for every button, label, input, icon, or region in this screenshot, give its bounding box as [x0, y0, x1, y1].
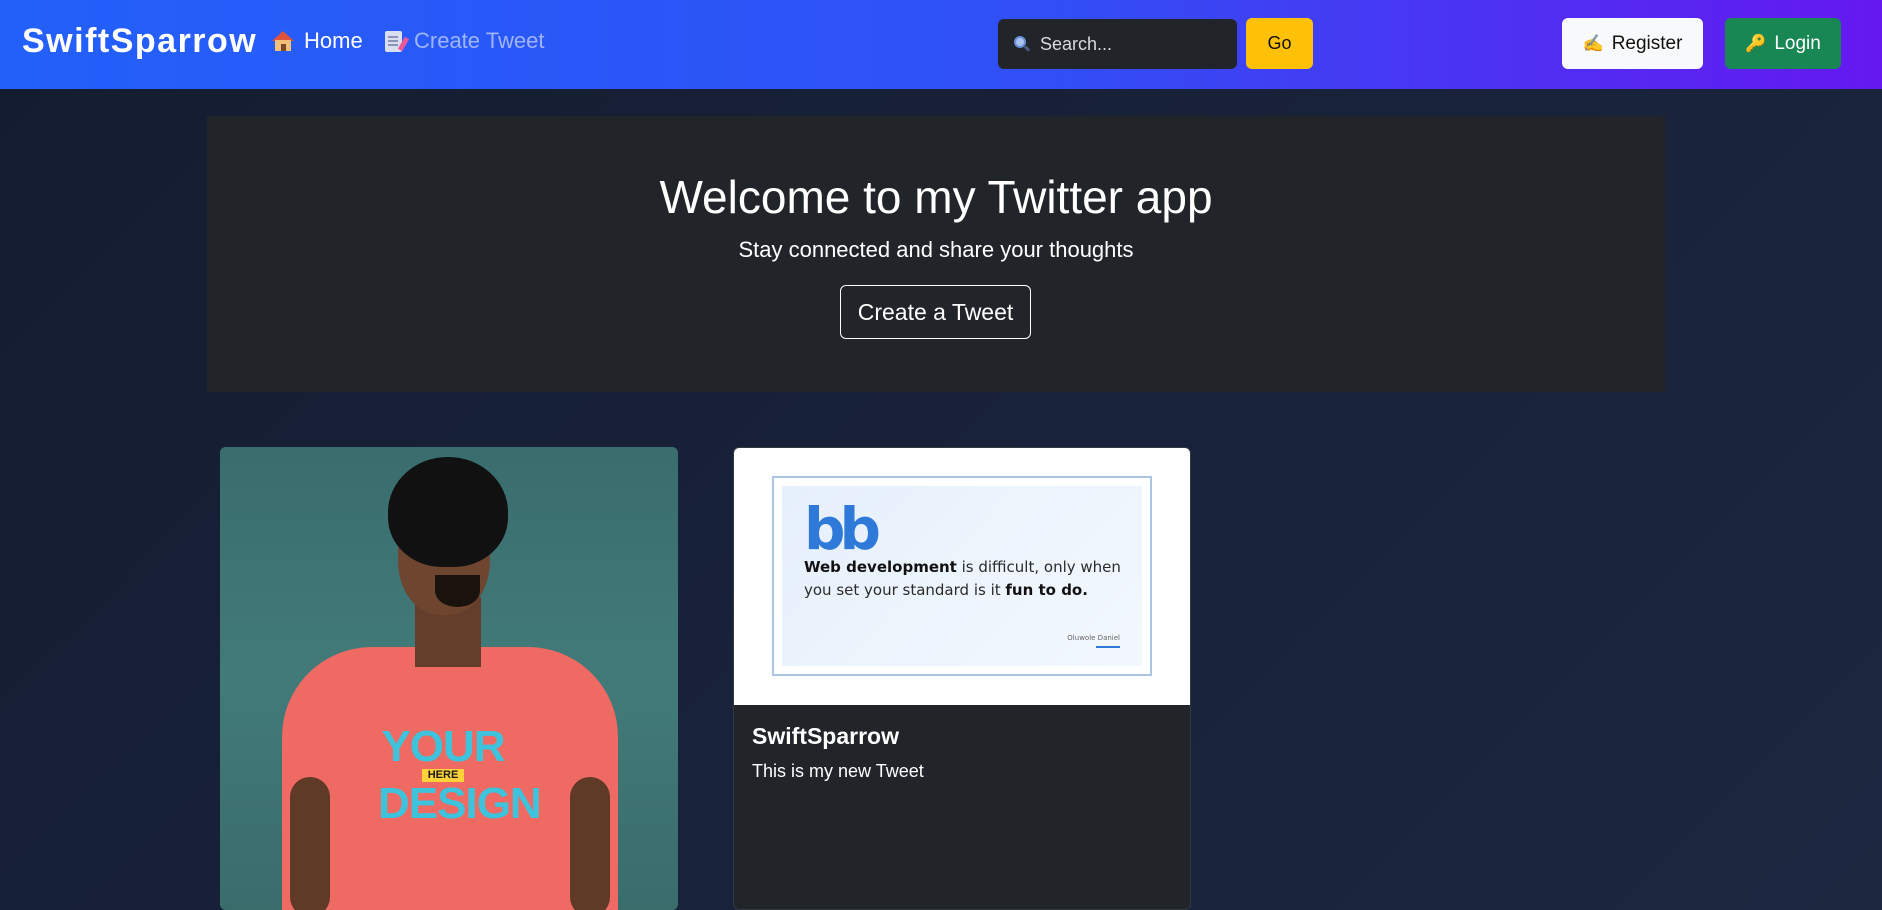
house-icon — [272, 31, 294, 51]
nav-home-link[interactable]: Home — [272, 28, 363, 54]
search-input[interactable] — [1040, 33, 1220, 55]
nav-create-tweet-link[interactable]: Create Tweet — [385, 28, 544, 54]
brand-logo[interactable]: SwiftSparrow — [22, 22, 257, 61]
quote-mark-icon: bb — [804, 495, 881, 563]
hero-title: Welcome to my Twitter app — [659, 171, 1213, 223]
shirt-print: YOUR HERE DESIGN — [378, 722, 542, 829]
search-icon — [1014, 36, 1031, 52]
tweet-card: bb Web development is difficult, only wh… — [733, 447, 1191, 910]
search-go-button[interactable]: Go — [1246, 18, 1313, 69]
quote-text: Web development is difficult, only when … — [804, 558, 1121, 600]
tweet-card: YOUR HERE DESIGN — [220, 447, 678, 910]
key-icon: 🔑 — [1745, 33, 1767, 53]
login-label: Login — [1774, 32, 1821, 54]
nav-home-label: Home — [304, 28, 363, 53]
hero-banner: Welcome to my Twitter app Stay connected… — [207, 116, 1665, 392]
tweet-text: This is my new Tweet — [752, 761, 924, 781]
search-box — [998, 19, 1237, 69]
hero-subtitle: Stay connected and share your thoughts — [738, 237, 1134, 262]
quote-author: Oluwole Daniel — [1067, 634, 1120, 642]
navbar: SwiftSparrow Home Create Tweet Go ✍ Regi… — [0, 0, 1882, 89]
tweet-image: YOUR HERE DESIGN — [220, 447, 678, 910]
nav-create-tweet-label: Create Tweet — [414, 28, 545, 53]
tweet-image: bb Web development is difficult, only wh… — [734, 448, 1190, 705]
create-tweet-button[interactable]: Create a Tweet — [840, 285, 1031, 339]
memo-icon — [385, 30, 410, 52]
register-label: Register — [1611, 32, 1683, 54]
tweet-author: SwiftSparrow — [752, 723, 899, 749]
login-button[interactable]: 🔑 Login — [1725, 18, 1841, 69]
writing-hand-icon: ✍ — [1582, 33, 1604, 53]
register-button[interactable]: ✍ Register — [1562, 18, 1703, 69]
